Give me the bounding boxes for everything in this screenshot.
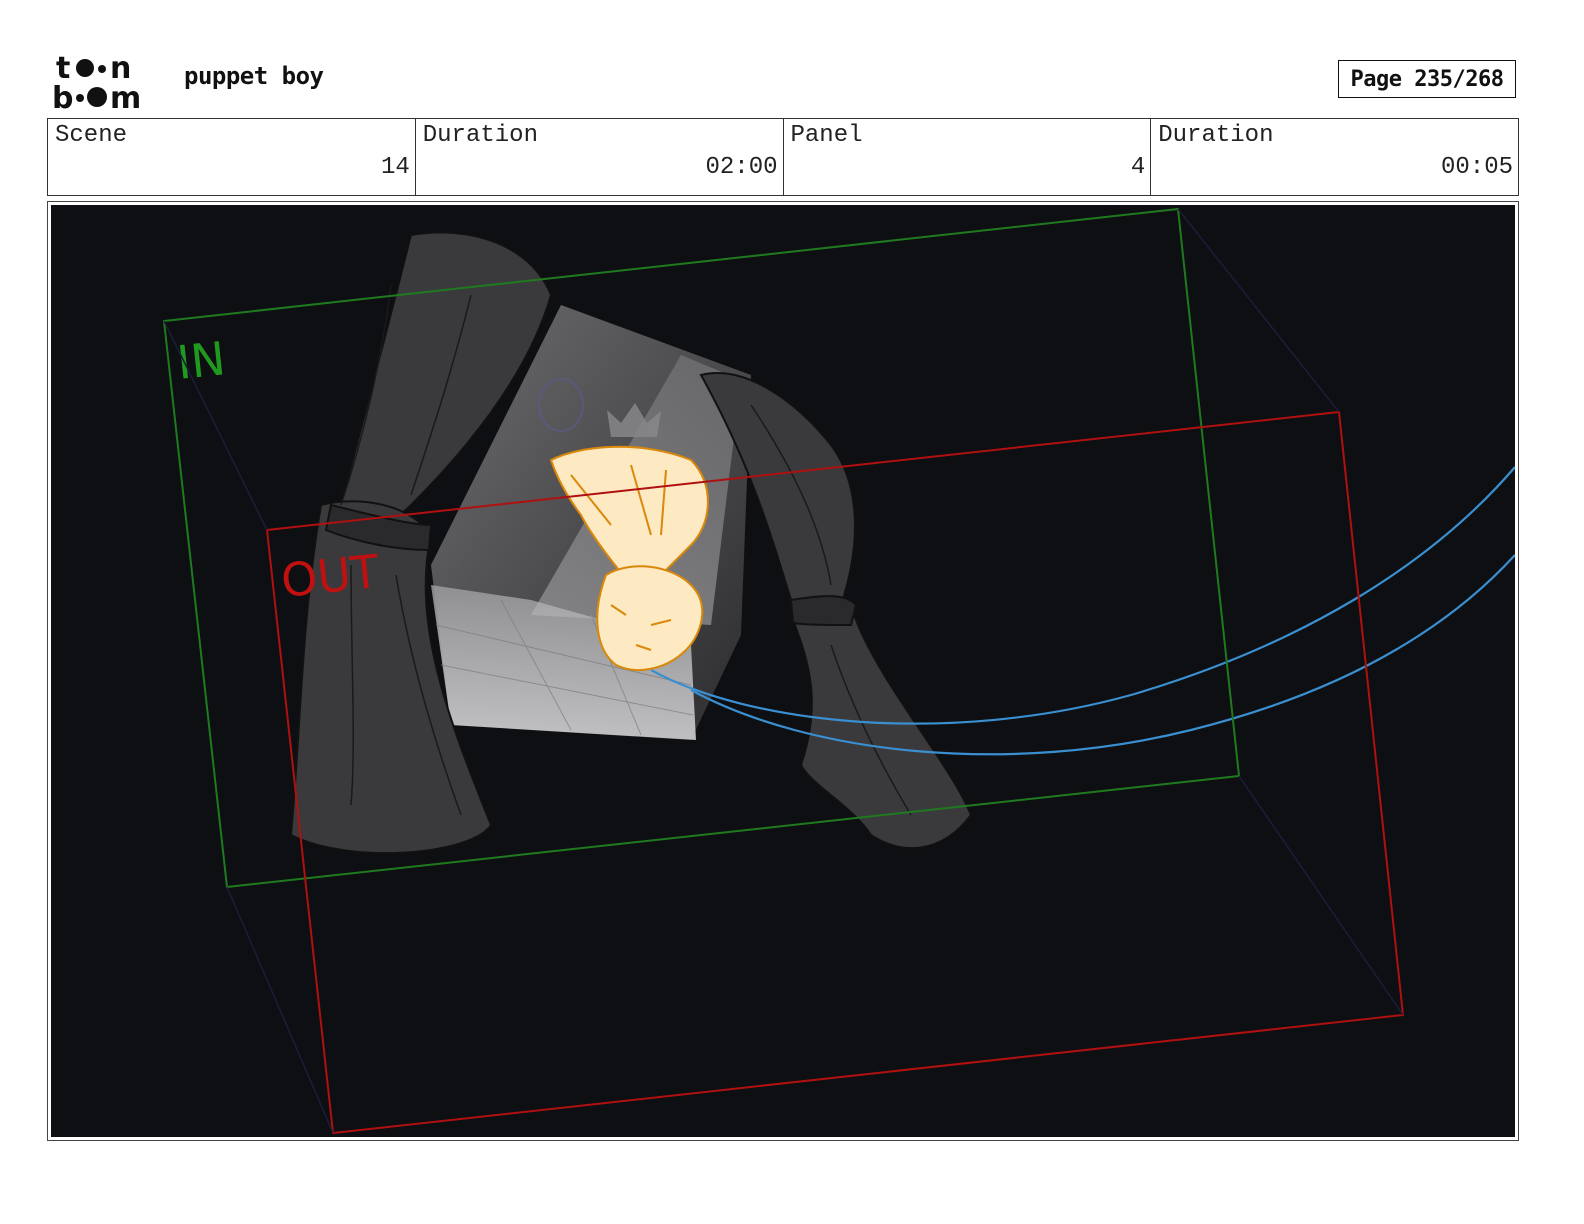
panel-duration-label: Duration	[1158, 122, 1274, 149]
panel-drawing: IN OUT	[162, 207, 1515, 1135]
svg-text:b: b	[52, 81, 73, 112]
panel-artwork: IN OUT	[51, 205, 1515, 1137]
panel-label: Panel	[790, 122, 863, 149]
out-label: OUT	[279, 544, 383, 608]
panel-duration-value: 00:05	[1440, 154, 1513, 181]
scene-duration-label: Duration	[422, 122, 538, 149]
toon-boom-logo: t n b m	[52, 51, 141, 112]
panel-duration-cell: Duration 00:05	[1151, 119, 1518, 195]
project-title: puppet boy	[184, 62, 324, 90]
panel-value: 4	[1130, 154, 1146, 181]
in-label: IN	[175, 331, 228, 390]
storyboard-info-table: Scene 14 Duration 02:00 Panel 4 Duration…	[47, 118, 1519, 196]
scene-duration-cell: Duration 02:00	[416, 119, 784, 195]
storyboard-panel: IN OUT	[47, 201, 1519, 1141]
scene-label: Scene	[55, 122, 128, 149]
scene-value: 14	[380, 154, 410, 181]
page-number: Page 235/268	[1338, 60, 1516, 98]
svg-text:m: m	[110, 81, 141, 112]
scene-cell: Scene 14	[48, 119, 416, 195]
scene-duration-value: 02:00	[705, 154, 778, 181]
right-curtain-tail	[789, 605, 973, 850]
panel-cell: Panel 4	[784, 119, 1152, 195]
